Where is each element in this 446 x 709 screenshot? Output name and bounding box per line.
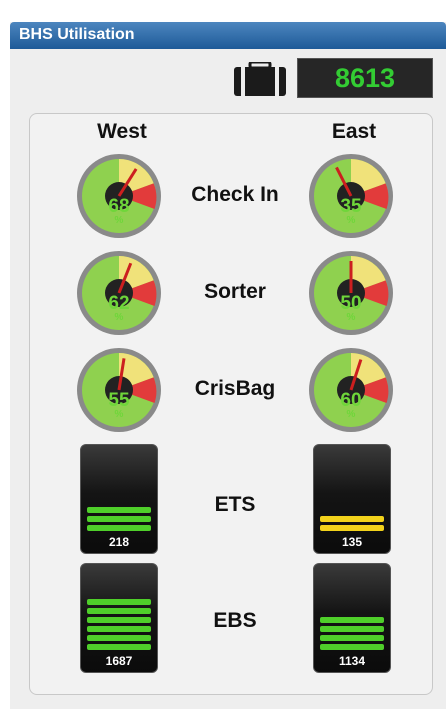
meter-bar xyxy=(87,644,151,650)
meter-bar xyxy=(320,626,384,632)
meter-level-bars xyxy=(320,614,384,650)
gauge-check-in-east: 35 % xyxy=(307,152,395,240)
meter-bar xyxy=(320,635,384,641)
meter-bar xyxy=(320,516,384,522)
meter-bar xyxy=(87,635,151,641)
meter-bar xyxy=(320,617,384,623)
meter-value: 1687 xyxy=(105,654,133,668)
gauge-unit: % xyxy=(346,312,356,323)
row-label-crisbag: CrisBag xyxy=(194,377,276,400)
meter-bar xyxy=(87,617,151,623)
meter-level-bars xyxy=(87,504,151,531)
meter-bar xyxy=(87,608,151,614)
panel-titlebar: BHS Utilisation xyxy=(10,22,446,49)
meter-value: 218 xyxy=(108,535,130,549)
meter-ets-west: 218 xyxy=(80,444,158,554)
meter-ebs-west: 1687 xyxy=(80,563,158,673)
row-label-check-in: Check In xyxy=(191,183,279,206)
meter-bar xyxy=(320,644,384,650)
gauge-sorter-east: 50 % xyxy=(307,249,395,337)
meter-bar xyxy=(87,599,151,605)
meter-bar xyxy=(87,516,151,522)
meter-level-bars xyxy=(87,596,151,650)
gauge-unit: % xyxy=(346,215,356,226)
gauge-unit: % xyxy=(114,312,124,323)
row-label-ets: ETS xyxy=(214,493,256,516)
gauge-crisbag-west: 55 % xyxy=(75,346,163,434)
meter-level-bars xyxy=(320,513,384,531)
meter-ets-east: 135 xyxy=(313,444,391,554)
gauge-sorter-west: 62 % xyxy=(75,249,163,337)
meter-bar xyxy=(87,525,151,531)
meter-value: 1134 xyxy=(338,654,366,668)
meter-ebs-east: 1134 xyxy=(313,563,391,673)
row-label-ebs: EBS xyxy=(213,609,257,632)
gauge-crisbag-east: 60 % xyxy=(307,346,395,434)
column-header-east: East xyxy=(331,120,377,143)
luggage-icon xyxy=(234,62,286,96)
gauge-unit: % xyxy=(346,409,356,420)
total-bag-counter: 8613 xyxy=(297,58,433,98)
gauge-check-in-west: 68 % xyxy=(75,152,163,240)
meter-value: 135 xyxy=(341,535,363,549)
meter-bar xyxy=(320,525,384,531)
row-label-sorter: Sorter xyxy=(204,280,266,303)
meter-bar xyxy=(87,507,151,513)
panel-title: BHS Utilisation xyxy=(19,26,135,43)
meter-bar xyxy=(87,626,151,632)
column-header-west: West xyxy=(97,120,147,143)
gauge-unit: % xyxy=(114,409,124,420)
gauge-unit: % xyxy=(114,215,124,226)
